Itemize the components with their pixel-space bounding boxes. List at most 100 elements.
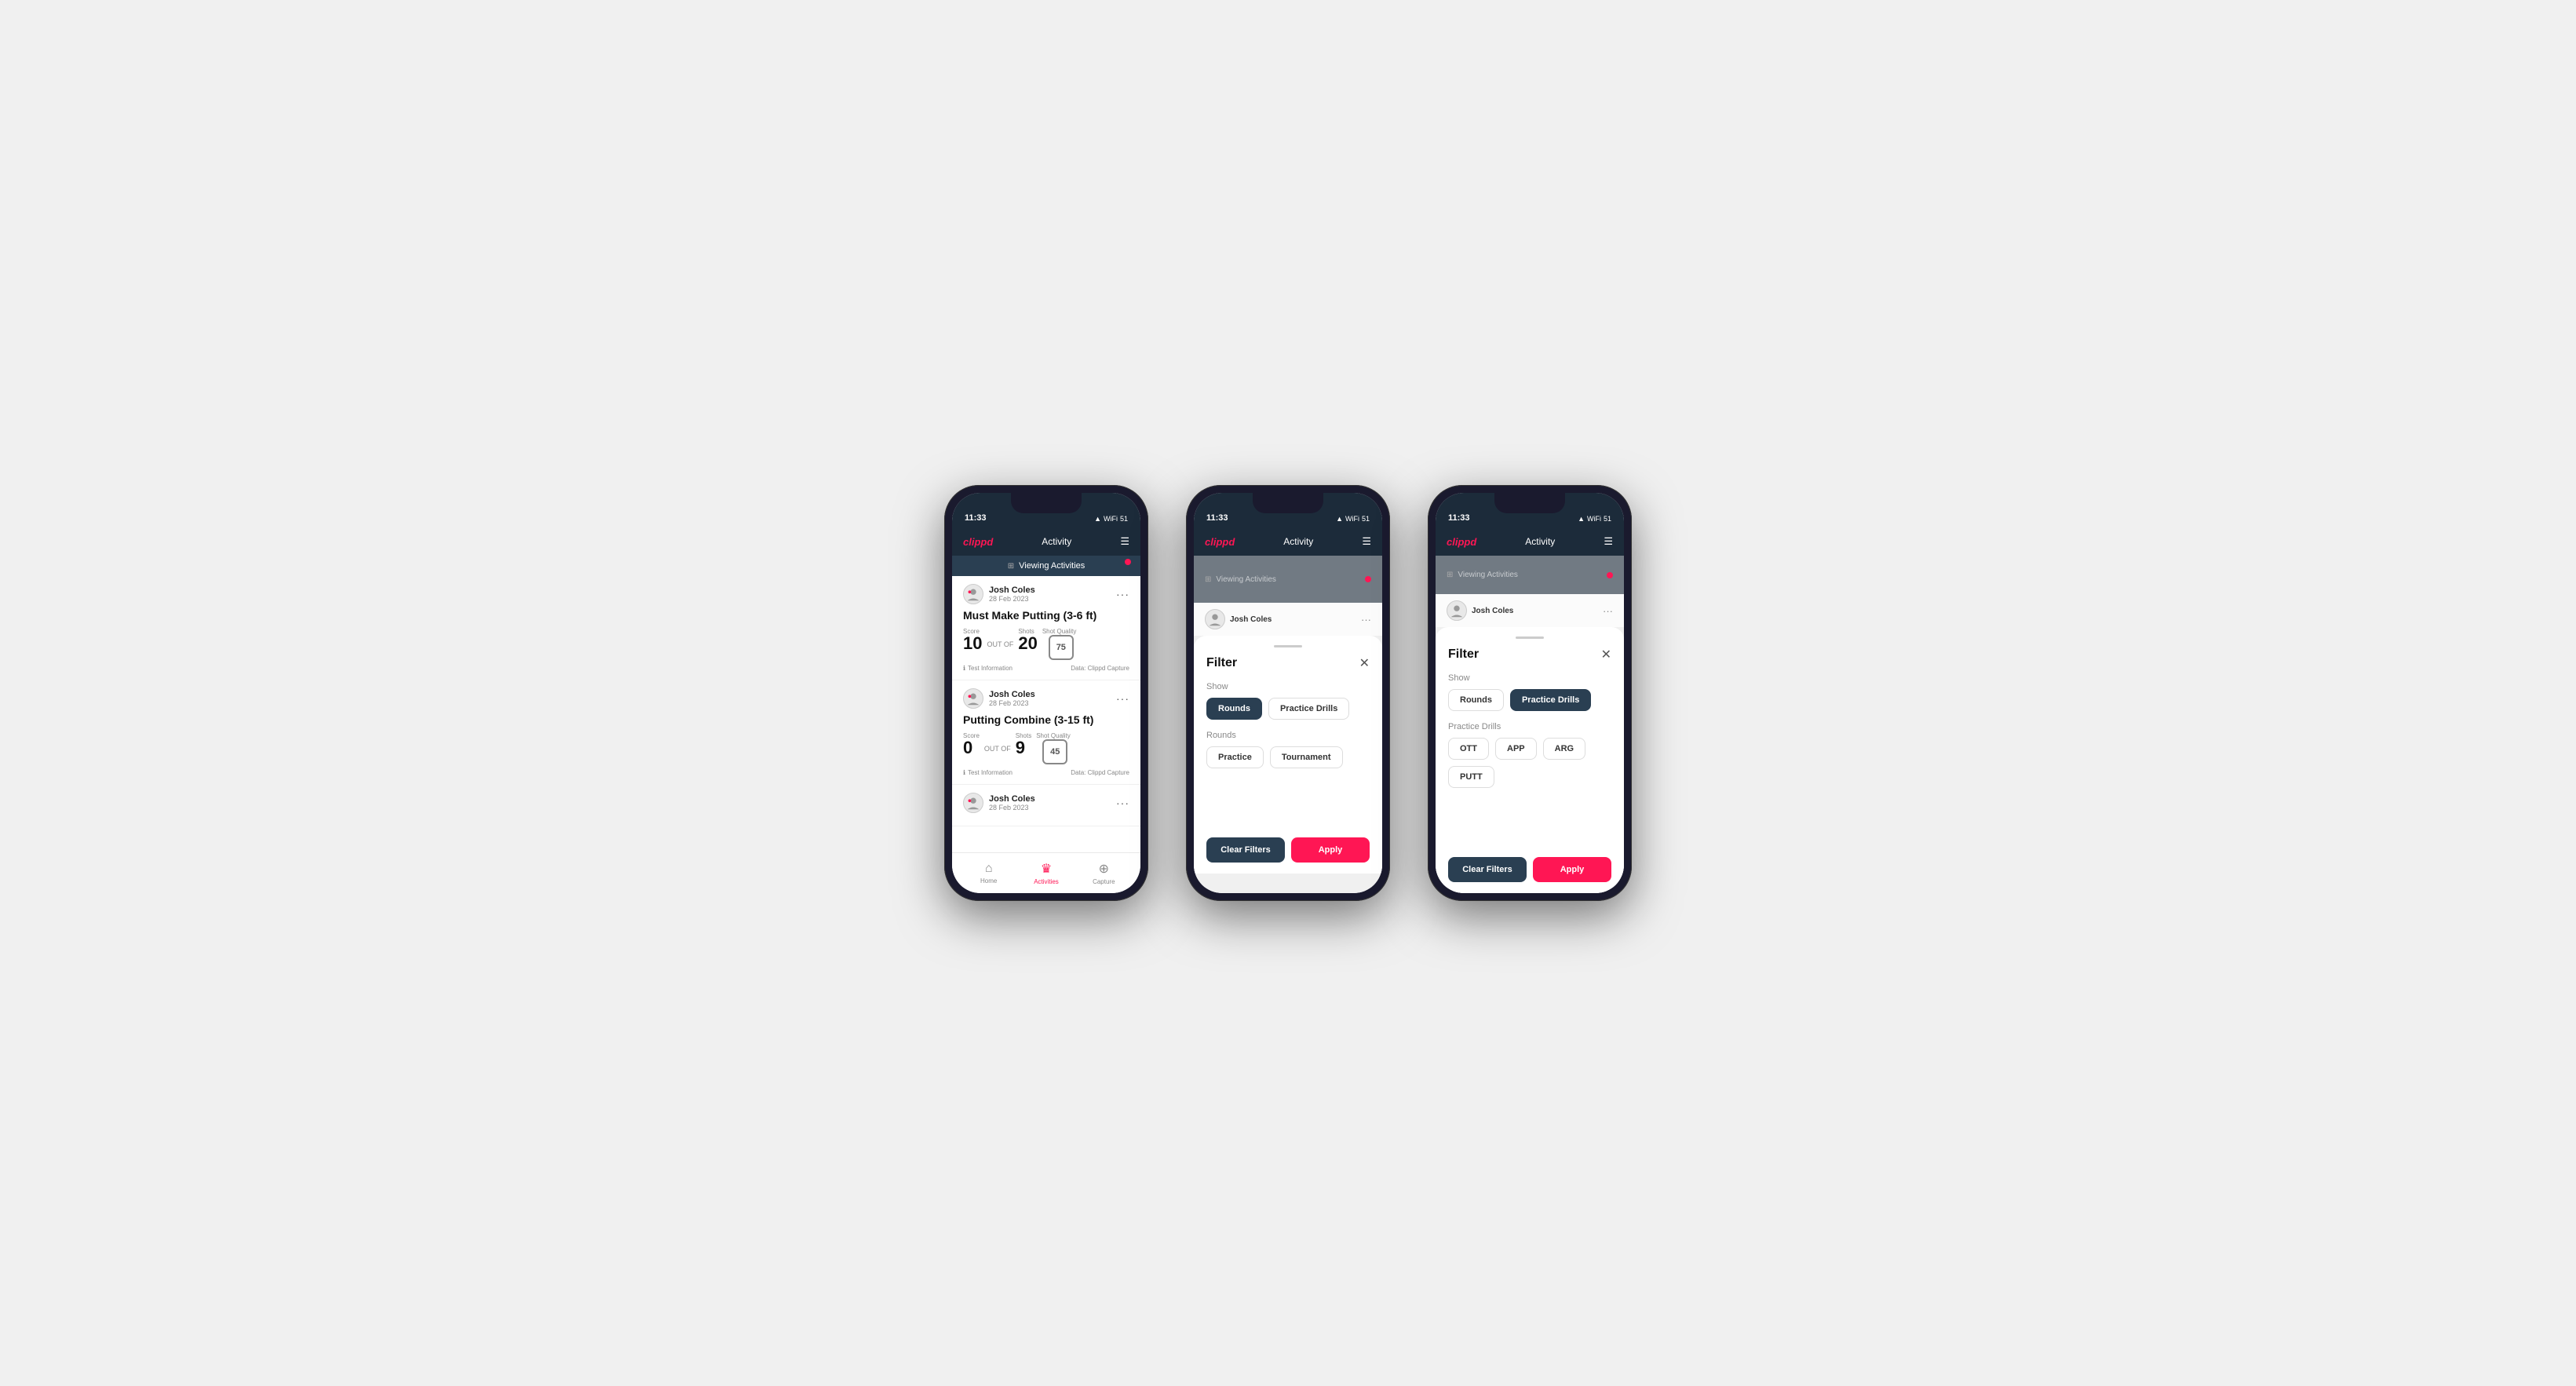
user-date-2: 28 Feb 2023 (989, 699, 1035, 707)
modal-title-3: Filter (1448, 647, 1479, 662)
bg-peek-text-2: Viewing Activities (1216, 575, 1276, 584)
viewing-banner-1[interactable]: ⊞ Viewing Activities (952, 556, 1140, 576)
activity-title-2: Putting Combine (3-15 ft) (963, 713, 1129, 726)
filter-screen-3: ⊞ Viewing Activities Josh Coles (1436, 556, 1624, 893)
hamburger-icon-2[interactable]: ☰ (1362, 535, 1371, 548)
putt-btn-3[interactable]: PUTT (1448, 766, 1494, 788)
phone-screen-1: 11:33 ▲ WiFi 51 clippd Activity ☰ ⊞ View… (952, 493, 1140, 893)
user-date-1: 28 Feb 2023 (989, 595, 1035, 603)
user-details-1: Josh Coles 28 Feb 2023 (989, 585, 1035, 603)
shots-stat-2: Shots 9 (1016, 732, 1031, 757)
stats-row-1: Score 10 OUT OF Shots 20 Shot Quality 75 (963, 628, 1129, 660)
activity-list-1[interactable]: Josh Coles 28 Feb 2023 ··· Must Make Put… (952, 576, 1140, 852)
user-name-3: Josh Coles (989, 794, 1035, 804)
shot-quality-stat-2: Shot Quality 45 (1036, 732, 1071, 764)
nav-item-capture-1[interactable]: ⊕ Capture (1075, 861, 1133, 885)
out-of-2: OUT OF (984, 745, 1011, 753)
practice-drills-btn-3[interactable]: Practice Drills (1510, 689, 1591, 711)
apply-btn-2[interactable]: Apply (1291, 837, 1370, 863)
wifi-icon-2: WiFi (1345, 515, 1359, 523)
close-btn-2[interactable]: ✕ (1359, 655, 1370, 671)
user-info-3: Josh Coles 28 Feb 2023 (963, 793, 1035, 813)
app-header-3: clippd Activity ☰ (1436, 527, 1624, 556)
app-header-2: clippd Activity ☰ (1194, 527, 1382, 556)
activity-footer-1: ℹ Test Information Data: Clippd Capture (963, 665, 1129, 672)
more-btn-1[interactable]: ··· (1116, 588, 1129, 600)
practice-drills-btn-2[interactable]: Practice Drills (1268, 698, 1349, 720)
bg-peek-3: ⊞ Viewing Activities (1436, 556, 1624, 594)
phone-notch-1 (1011, 493, 1082, 513)
round-buttons-2: Practice Tournament (1206, 746, 1370, 768)
filter-screen-2: ⊞ Viewing Activities Josh Coles (1194, 556, 1382, 893)
home-icon-1: ⌂ (985, 862, 993, 876)
status-time-1: 11:33 (965, 513, 987, 523)
modal-header-3: Filter ✕ (1448, 647, 1611, 662)
clear-filters-btn-2[interactable]: Clear Filters (1206, 837, 1285, 863)
shot-quality-value-2: 45 (1050, 747, 1060, 757)
hamburger-icon-1[interactable]: ☰ (1120, 535, 1129, 548)
clippd-logo-3: clippd (1447, 536, 1476, 548)
more-btn-3[interactable]: ··· (1116, 797, 1129, 809)
score-value-1: 10 (963, 633, 982, 653)
test-info-1: ℹ Test Information (963, 665, 1013, 672)
shot-quality-stat-1: Shot Quality 75 (1042, 628, 1077, 660)
signal-icon-1: ▲ (1094, 515, 1101, 523)
shot-quality-value-1: 75 (1056, 643, 1066, 652)
activity-user-3: Josh Coles 28 Feb 2023 ··· (963, 793, 1129, 813)
avatar-1 (963, 584, 983, 604)
more-btn-2[interactable]: ··· (1116, 692, 1129, 705)
apply-btn-3[interactable]: Apply (1533, 857, 1611, 882)
wifi-icon-3: WiFi (1587, 515, 1601, 523)
drills-label-3: Practice Drills (1448, 722, 1611, 731)
rounds-btn-2[interactable]: Rounds (1206, 698, 1262, 720)
drag-handle-2 (1274, 645, 1302, 647)
user-row-peek-3: Josh Coles ··· (1436, 594, 1624, 627)
nav-item-home-1[interactable]: ⌂ Home (960, 862, 1017, 884)
out-of-1: OUT OF (987, 640, 1013, 648)
ott-btn-3[interactable]: OTT (1448, 738, 1489, 760)
header-title-1: Activity (1042, 536, 1071, 547)
arg-btn-3[interactable]: ARG (1543, 738, 1585, 760)
stats-row-2: Score 0 OUT OF Shots 9 Shot Quality 45 (963, 732, 1129, 764)
phones-container: 11:33 ▲ WiFi 51 clippd Activity ☰ ⊞ View… (944, 485, 1632, 901)
drill-buttons-3: OTT APP ARG PUTT (1448, 738, 1611, 788)
peek-username-3: Josh Coles (1472, 607, 1513, 615)
shots-value-1: 20 (1018, 633, 1037, 653)
show-buttons-2: Rounds Practice Drills (1206, 698, 1370, 720)
close-btn-3[interactable]: ✕ (1601, 647, 1611, 662)
shots-stat-1: Shots 20 (1018, 628, 1037, 653)
status-icons-3: ▲ WiFi 51 (1578, 515, 1611, 523)
score-stat-1: Score 10 (963, 628, 982, 653)
rounds-btn-3[interactable]: Rounds (1448, 689, 1504, 711)
phone-screen-2: 11:33 ▲ WiFi 51 clippd Activity ☰ ⊞ View… (1194, 493, 1382, 893)
user-row-peek-2: Josh Coles ··· (1194, 603, 1382, 636)
info-icon-2: ℹ (963, 769, 965, 776)
nav-item-activities-1[interactable]: ♛ Activities (1017, 861, 1075, 885)
shot-quality-badge-1: 75 (1049, 635, 1074, 660)
capture-label-1: Capture (1093, 878, 1115, 885)
drag-handle-3 (1516, 636, 1544, 639)
score-value-2: 0 (963, 738, 972, 757)
status-icons-1: ▲ WiFi 51 (1094, 515, 1128, 523)
activity-user-2: Josh Coles 28 Feb 2023 ··· (963, 688, 1129, 709)
tournament-btn-2[interactable]: Tournament (1270, 746, 1343, 768)
activities-icon-1: ♛ (1041, 861, 1052, 877)
practice-btn-2[interactable]: Practice (1206, 746, 1264, 768)
data-source-2: Data: Clippd Capture (1071, 769, 1129, 776)
phone-2: 11:33 ▲ WiFi 51 clippd Activity ☰ ⊞ View… (1186, 485, 1390, 901)
bg-peek-text-3: Viewing Activities (1458, 571, 1518, 579)
red-dot-2 (1365, 576, 1371, 582)
red-dot-3 (1607, 572, 1613, 578)
shot-quality-badge-2: 45 (1042, 739, 1067, 764)
hamburger-icon-3[interactable]: ☰ (1604, 535, 1613, 548)
activities-label-1: Activities (1034, 878, 1059, 885)
clear-filters-btn-3[interactable]: Clear Filters (1448, 857, 1527, 882)
phone-screen-3: 11:33 ▲ WiFi 51 clippd Activity ☰ ⊞ View… (1436, 493, 1624, 893)
header-title-2: Activity (1283, 536, 1313, 547)
phone-notch-3 (1494, 493, 1565, 513)
clippd-logo-1: clippd (963, 536, 993, 548)
activity-item-1: Josh Coles 28 Feb 2023 ··· Must Make Put… (952, 576, 1140, 680)
avatar-2 (963, 688, 983, 709)
modal-footer-2: Clear Filters Apply (1206, 826, 1370, 874)
app-btn-3[interactable]: APP (1495, 738, 1537, 760)
